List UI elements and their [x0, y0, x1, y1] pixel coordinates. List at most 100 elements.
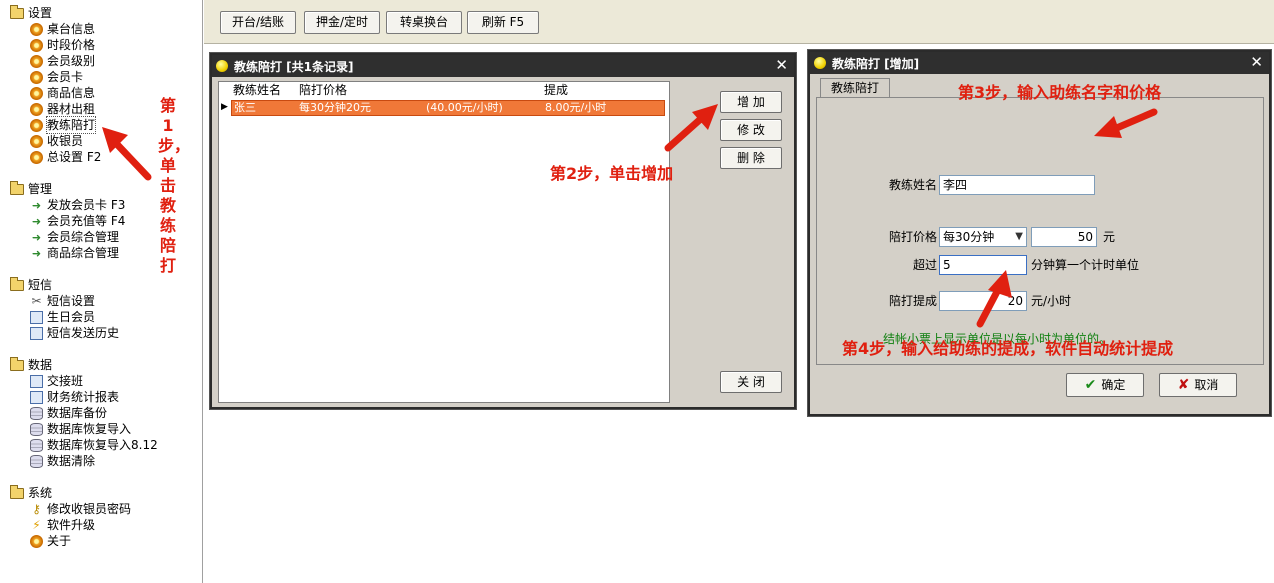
deposit-timer-button[interactable]: 押金/定时 — [304, 11, 380, 34]
gear-icon — [30, 54, 43, 68]
over-suffix: 分钟算一个计时单位 — [1031, 258, 1140, 272]
price-period-value: 每30分钟 — [943, 230, 995, 244]
commission-unit: 元/小时 — [1031, 294, 1072, 308]
tree-item-upgrade[interactable]: ⚡ 软件升级 — [30, 517, 95, 533]
tools-icon: ✂ — [31, 293, 42, 308]
column-header-commission[interactable]: 提成 — [544, 82, 568, 99]
database-icon — [30, 438, 43, 452]
database-icon — [30, 422, 43, 436]
table-row[interactable]: 张三 每30分钟20元 (40.00元/小时) 8.00元/小时 — [231, 100, 665, 116]
price-period-select[interactable]: 每30分钟 ▼ — [939, 227, 1027, 247]
tree-group-settings[interactable]: 设置 — [10, 4, 52, 21]
tree-item-member-level[interactable]: 会员级别 — [30, 53, 95, 69]
tree-group-data[interactable]: 数据 — [10, 356, 53, 373]
arrow-right-icon: ➜ — [31, 246, 42, 260]
coach-name-label: 教练姓名 — [888, 178, 937, 192]
cell-price: 每30分钟20元 — [299, 101, 371, 114]
tree-item-finance-report[interactable]: 财务统计报表 — [30, 389, 119, 405]
key-icon: ⚷ — [32, 501, 41, 516]
navigation-tree: 设置 桌台信息 时段价格 会员级别 会员卡 商品信息 器材出租 教练陪打 收银员… — [0, 0, 203, 583]
folder-icon — [10, 276, 24, 291]
gear-icon — [30, 86, 43, 100]
checkmark-icon: ✔ — [1084, 377, 1097, 393]
tree-item-product-info[interactable]: 商品信息 — [30, 85, 95, 101]
gear-icon — [30, 118, 43, 132]
gear-icon — [30, 22, 43, 36]
column-header-price[interactable]: 陪打价格 — [299, 82, 347, 99]
tree-item-member-card[interactable]: 会员卡 — [30, 69, 83, 85]
close-icon[interactable]: ✕ — [1250, 54, 1263, 70]
open-checkout-button[interactable]: 开台/结账 — [220, 11, 296, 34]
step1-arrow — [102, 127, 152, 181]
report-icon — [30, 390, 43, 404]
tree-item-member-manage[interactable]: ➜ 会员综合管理 — [30, 229, 119, 245]
tree-item-sms-history[interactable]: 短信发送历史 — [30, 325, 119, 341]
tree-item-time-price[interactable]: 时段价格 — [30, 37, 95, 53]
close-button[interactable]: 关 闭 — [720, 371, 782, 393]
tree-group-label: 系统 — [28, 486, 53, 500]
gear-icon — [30, 70, 43, 84]
tree-item-db-backup[interactable]: 数据库备份 — [30, 405, 107, 421]
database-icon — [30, 406, 43, 420]
tree-group-label: 数据 — [28, 358, 53, 372]
step2-arrow — [664, 104, 718, 152]
over-label: 超过 — [912, 258, 937, 272]
tree-item-sms-settings[interactable]: ✂ 短信设置 — [30, 293, 95, 309]
row-indicator-icon: ▶ — [221, 102, 228, 112]
tree-item-issue-card[interactable]: ➜ 发放会员卡 F3 — [30, 197, 125, 213]
step3-annotation: 第3步，输入助练名字和价格 — [958, 83, 1162, 102]
price-label: 陪打价格 — [888, 230, 937, 244]
add-button[interactable]: 增 加 — [720, 91, 782, 113]
tree-item-shift-handover[interactable]: 交接班 — [30, 373, 83, 389]
price-input[interactable]: 50 — [1031, 227, 1097, 247]
cell-commission: 8.00元/小时 — [545, 101, 607, 114]
app-icon — [814, 57, 826, 69]
tree-item-member-recharge[interactable]: ➜ 会员充值等 F4 — [30, 213, 125, 229]
folder-icon — [10, 180, 24, 195]
delete-button[interactable]: 删 除 — [720, 147, 782, 169]
dialog-titlebar[interactable]: 教练陪打 [共1条记录] ✕ — [212, 55, 794, 77]
edit-button[interactable]: 修 改 — [720, 119, 782, 141]
tree-item-product-manage[interactable]: ➜ 商品综合管理 — [30, 245, 119, 261]
step1-annotation: 第1步，单击教练陪打 — [158, 96, 191, 275]
tree-item-change-password[interactable]: ⚷ 修改收银员密码 — [30, 501, 131, 517]
tree-group-manage[interactable]: 管理 — [10, 180, 52, 197]
column-header-name[interactable]: 教练姓名 — [233, 82, 281, 99]
cell-name: 张三 — [234, 101, 256, 114]
gear-icon — [30, 38, 43, 52]
cancel-button[interactable]: ✘ 取消 — [1159, 373, 1237, 397]
tree-item-table-info[interactable]: 桌台信息 — [30, 21, 95, 37]
tree-item-data-clear[interactable]: 数据清除 — [30, 453, 95, 469]
tree-item-general-settings[interactable]: 总设置 F2 — [30, 149, 101, 165]
close-icon[interactable]: ✕ — [775, 57, 788, 73]
coach-name-input[interactable]: 李四 — [939, 175, 1095, 195]
coach-add-dialog: 教练陪打 [增加] ✕ 教练陪打 教练姓名 李四 陪打价格 每30分钟 ▼ 50… — [808, 50, 1271, 416]
transfer-table-button[interactable]: 转桌换台 — [386, 11, 462, 34]
trash-icon — [30, 454, 43, 468]
step3-arrow — [1094, 108, 1158, 138]
tab-coach[interactable]: 教练陪打 — [820, 78, 890, 98]
dialog-titlebar[interactable]: 教练陪打 [增加] ✕ — [810, 52, 1269, 74]
tree-item-about[interactable]: 关于 — [30, 533, 71, 549]
tree-group-system[interactable]: 系统 — [10, 484, 53, 501]
folder-icon — [10, 4, 24, 19]
folder-icon — [10, 484, 24, 499]
dialog-title: 教练陪打 [增加] — [832, 56, 920, 71]
tree-item-db-restore-812[interactable]: 数据库恢复导入8.12 — [30, 437, 158, 453]
refresh-button[interactable]: 刷新 F5 — [467, 11, 539, 34]
tree-item-equipment-rental[interactable]: 器材出租 — [30, 101, 95, 117]
tree-item-birthday-members[interactable]: 生日会员 — [30, 309, 95, 325]
tab-panel: 教练姓名 李四 陪打价格 每30分钟 ▼ 50 元 超过 5 分钟算一个计时单位… — [816, 97, 1264, 365]
tree-item-coach[interactable]: 教练陪打 — [30, 116, 97, 134]
coach-table[interactable]: 教练姓名 陪打价格 提成 ▶ 张三 每30分钟20元 (40.00元/小时) 8… — [218, 81, 670, 403]
tree-group-sms[interactable]: 短信 — [10, 276, 52, 293]
tree-item-cashier[interactable]: 收银员 — [30, 133, 83, 149]
ok-button[interactable]: ✔ 确定 — [1066, 373, 1144, 397]
tree-item-db-restore[interactable]: 数据库恢复导入 — [30, 421, 131, 437]
price-unit: 元 — [1103, 230, 1116, 244]
commission-label: 陪打提成 — [888, 294, 937, 308]
arrow-right-icon: ➜ — [31, 198, 42, 212]
cancel-label: 取消 — [1194, 378, 1219, 392]
step2-annotation: 第2步，单击增加 — [550, 164, 674, 183]
document-icon — [30, 326, 43, 340]
